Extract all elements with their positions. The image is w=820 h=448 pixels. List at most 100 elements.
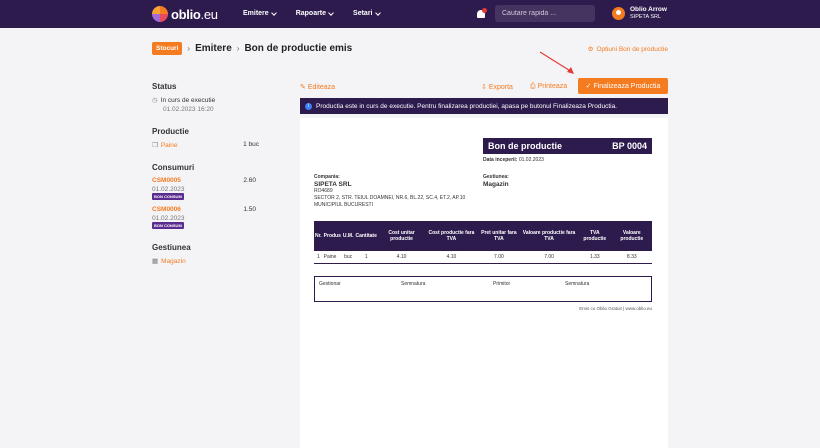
consum-value: 2.60	[243, 177, 256, 184]
logo-suffix: .eu	[200, 6, 218, 22]
printer-icon: ⎙	[530, 83, 536, 90]
column-header: Produs	[322, 221, 342, 251]
nav-rapoarte[interactable]: Rapoarte	[295, 9, 334, 17]
status-date: 01.02.2023 16:20	[163, 106, 214, 113]
clock-icon: ◷	[152, 97, 158, 104]
print-button[interactable]: ⎙ Printeaza	[530, 83, 567, 91]
main-panel: ✎ Editeaza ⇩ Exporta ⎙ Printeaza ✓ Final…	[300, 74, 668, 448]
table-cell: 7.00	[520, 251, 579, 264]
consum-tag: BON CONSUM	[152, 222, 184, 229]
gestiune-label: Gestiunea:	[483, 174, 509, 180]
productie-qty: 1 buc	[243, 141, 259, 148]
consum-item: CSM0006 1.50 01.02.2023 BON CONSUM	[152, 206, 272, 229]
warehouse-icon: ▦	[152, 258, 159, 265]
nav-setari-label: Setari	[353, 10, 373, 17]
pencil-icon: ✎	[300, 84, 306, 91]
user-name: Oblio Arrow	[630, 6, 667, 13]
logo-mark-icon	[152, 6, 168, 22]
chevron-right-icon: ›	[236, 44, 240, 53]
chevron-down-icon	[270, 9, 277, 16]
quick-search-input[interactable]	[495, 5, 595, 22]
export-label: Exporta	[488, 84, 513, 91]
nav-emitere-label: Emitere	[243, 10, 269, 17]
info-icon: i	[305, 102, 312, 110]
products-table: Nr. Produs U.M. Cantitate Cost unitar pr…	[314, 221, 652, 264]
company-code: RO4689	[314, 188, 333, 194]
table-cell: 1	[314, 251, 323, 264]
table-cell: 1	[354, 251, 378, 264]
breadcrumb-stocuri[interactable]: Stocuri	[152, 42, 183, 55]
user-company: SIPETA SRL	[630, 14, 662, 20]
print-label: Printeaza	[537, 83, 568, 90]
signature-label: Semnatura	[565, 281, 590, 287]
column-header: U.M.	[341, 221, 355, 251]
document-date: Data inceperii: 01.02.2023	[483, 157, 544, 163]
finalize-production-button[interactable]: ✓ Finalizeaza Productia	[578, 78, 668, 94]
sidebar: Status ◷ In curs de executie 01.02.2023 …	[152, 82, 272, 265]
gestiune-value: Magazin	[483, 181, 509, 188]
chevron-right-icon: ›	[187, 44, 191, 53]
table-cell: 7.00	[477, 251, 521, 264]
column-header: TVA productie	[578, 221, 612, 251]
consum-date: 01.02.2023	[152, 215, 185, 222]
gestiunea-link[interactable]: Magazin	[161, 258, 186, 265]
notification-badge	[482, 8, 487, 13]
table-cell: 4.10	[425, 251, 478, 264]
table-cell: 1.33	[578, 251, 612, 264]
chevron-down-icon	[374, 9, 381, 16]
column-header: Valoare productie	[611, 221, 652, 251]
column-header: Nr.	[314, 221, 323, 251]
productie-item-link[interactable]: Paine	[161, 142, 178, 149]
table-cell: Paine	[322, 251, 342, 264]
column-header: Cost productie fara TVA	[425, 221, 478, 251]
column-header: Pret unitar fara TVA	[477, 221, 521, 251]
company-address: SECTOR 2, STR. TEIUL DOAMNEI, NR.6, BL.2…	[314, 195, 466, 201]
consum-code-link[interactable]: CSM0006	[152, 206, 181, 213]
table-cell: buc	[341, 251, 355, 264]
date-value: 01.02.2023	[518, 157, 544, 163]
logo[interactable]: oblio.eu	[152, 6, 218, 22]
edit-label: Editeaza	[307, 84, 336, 91]
nav-rapoarte-label: Rapoarte	[295, 10, 327, 17]
notifications-bell-icon[interactable]	[476, 8, 487, 20]
company-name: SIPETA SRL	[314, 181, 352, 188]
company-block: Compania: SIPETA SRL RO4689 SECTOR 2, ST…	[314, 174, 465, 209]
productie-row: ❒ Paine 1 buc	[152, 141, 272, 149]
document-title-bar: Bon de productie BP 0004	[483, 138, 652, 154]
consum-item: CSM0005 2.60 01.02.2023 BON CONSUM	[152, 177, 272, 200]
nav-setari[interactable]: Setari	[353, 9, 381, 17]
gestiunea-title: Gestiunea	[152, 243, 191, 252]
consum-value: 1.50	[243, 206, 256, 213]
consum-date: 01.02.2023	[152, 186, 185, 193]
check-icon: ✓	[585, 83, 592, 90]
consumuri-title: Consumuri	[152, 163, 195, 172]
signature-label: Semnatura	[401, 281, 426, 287]
consum-code-link[interactable]: CSM0005	[152, 177, 181, 184]
productie-title: Productie	[152, 127, 189, 136]
edit-button[interactable]: ✎ Editeaza	[300, 83, 335, 91]
document-title: Bon de productie	[488, 141, 562, 151]
column-header: Cost unitar productie	[377, 221, 426, 251]
main-nav: Emitere Rapoarte Setari	[243, 9, 381, 17]
options-link[interactable]: ⚙ Optiuni Bon de productie	[588, 45, 668, 54]
gestiune-block: Gestiunea: Magazin	[483, 174, 509, 188]
user-menu[interactable]: Oblio Arrow SIPETA SRL	[612, 6, 667, 21]
alert-text: Productia este in curs de executie. Pent…	[316, 102, 617, 110]
options-link-label: Optiuni Bon de productie	[596, 45, 668, 53]
nav-emitere[interactable]: Emitere	[243, 9, 277, 17]
table-cell: 8.33	[611, 251, 652, 264]
status-value: In curs de executie	[160, 96, 216, 104]
consum-tag: BON CONSUM	[152, 193, 184, 200]
document-number: BP 0004	[612, 141, 647, 151]
document-preview: Bon de productie BP 0004 Data inceperii:…	[300, 118, 668, 448]
user-avatar-icon	[612, 7, 625, 20]
breadcrumb-emitere[interactable]: Emitere	[195, 43, 232, 54]
signature-box: Gestionar Semnatura Primitor Semnatura	[314, 276, 652, 302]
status-row: ◷ In curs de executie	[152, 96, 272, 105]
export-button[interactable]: ⇩ Exporta	[481, 83, 513, 91]
document-toolbar: ✎ Editeaza ⇩ Exporta ⎙ Printeaza ✓ Final…	[300, 78, 668, 94]
table-cell: 4.10	[377, 251, 426, 264]
logo-text: oblio	[171, 6, 201, 22]
status-title: Status	[152, 82, 177, 91]
cube-icon: ❒	[152, 142, 158, 149]
